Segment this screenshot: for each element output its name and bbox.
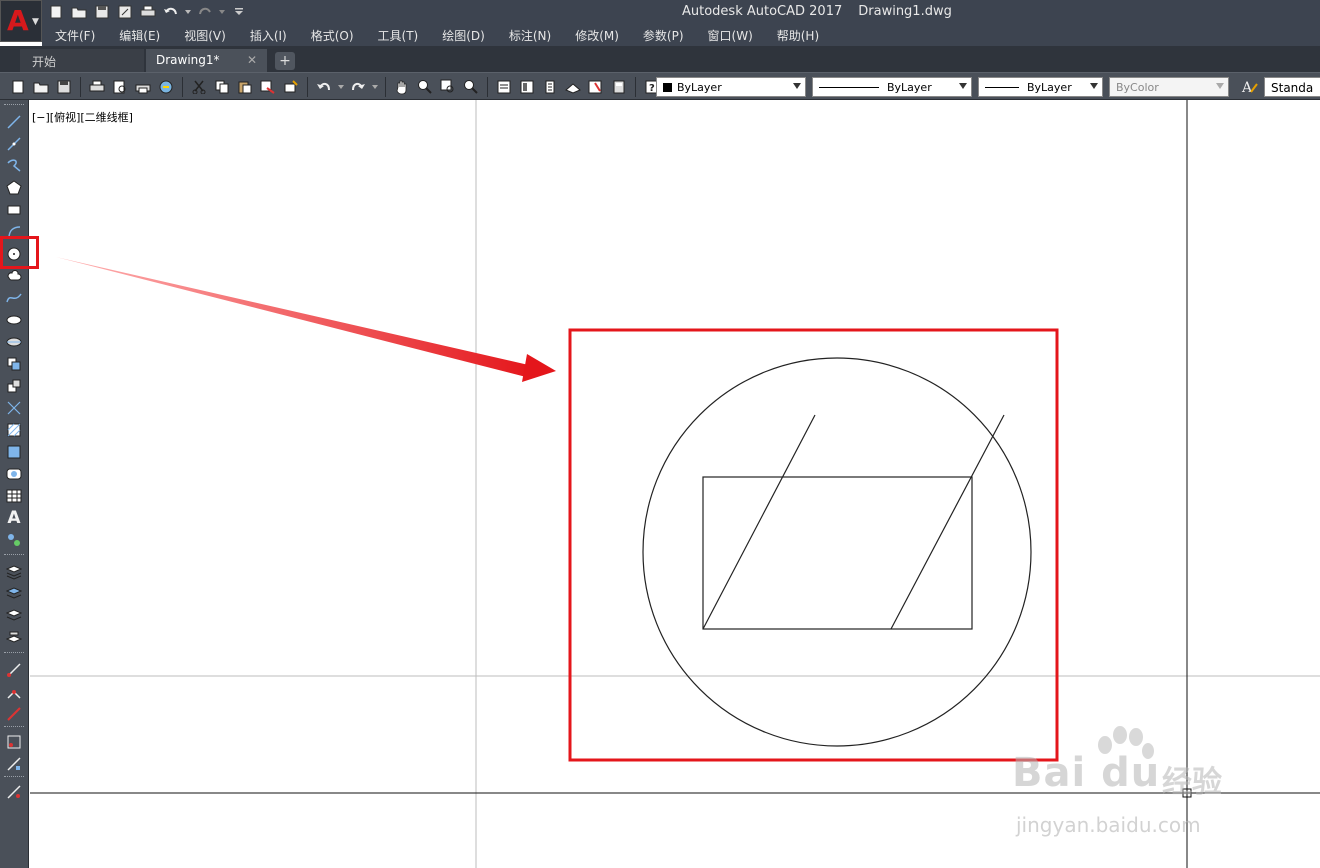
annotation-arrow-shaft: [56, 257, 533, 378]
annotation-arrow-head: [522, 354, 556, 382]
autocad-window: Autodesk AutoCAD 2017 Drawing1.dwg A ▼ 文件…: [0, 0, 1320, 868]
watermark-url: jingyan.baidu.com: [1016, 813, 1201, 837]
drawn-line-left: [702, 414, 816, 630]
highlight-circle-tool: [0, 236, 39, 269]
watermark-cn: 经验: [1162, 765, 1222, 800]
drawn-circle: [642, 357, 1032, 747]
watermark-brand: Bai du: [1012, 750, 1161, 796]
baidu-watermark: Bai du 经验 jingyan.baidu.com: [1012, 725, 1262, 845]
drawn-line-right: [890, 414, 1005, 630]
